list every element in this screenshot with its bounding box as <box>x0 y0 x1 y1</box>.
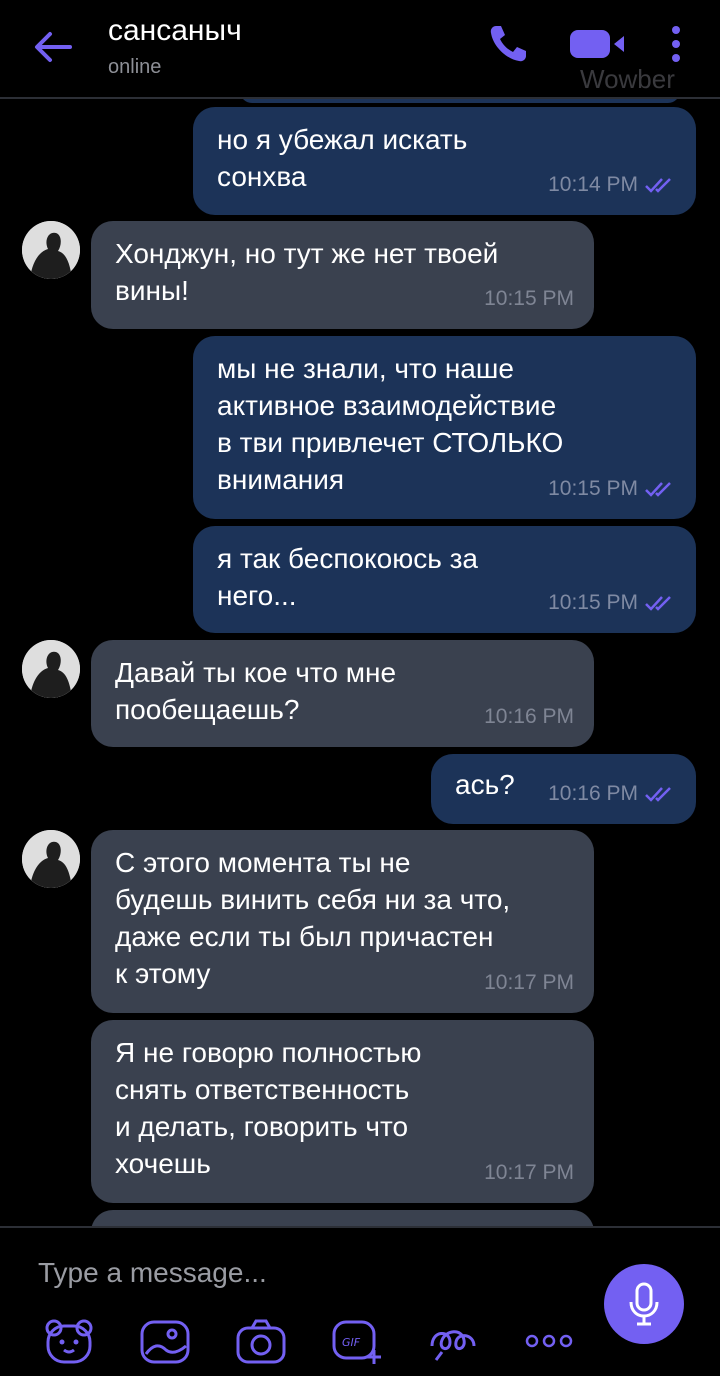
message-meta: 10:14 PM <box>548 166 676 203</box>
message-meta: 10:16 PM <box>548 775 676 812</box>
message-bubble-outgoing[interactable]: мы не знали, что наше активное взаимодей… <box>193 336 696 519</box>
doodle-icon <box>140 1320 190 1364</box>
message-time: 10:15 PM <box>548 591 638 614</box>
voice-call-button[interactable] <box>484 20 532 68</box>
message-time: 10:14 PM <box>548 173 638 196</box>
avatar-photo-icon <box>22 830 80 888</box>
kebab-menu-icon <box>672 26 680 62</box>
message-bubble-incoming[interactable]: Я не говорю полностью снять ответственно… <box>91 1020 594 1203</box>
message-time: 10:15 PM <box>484 287 574 310</box>
message-bubble-incoming[interactable]: Хонджун, но тут же нет твоей вины! 10:15… <box>91 221 594 329</box>
message-meta: 10:17 PM <box>484 964 574 1001</box>
message-meta: 10:15 PM <box>484 280 574 317</box>
sketch-icon <box>430 1330 476 1361</box>
more-options-button[interactable] <box>662 22 690 66</box>
back-arrow-icon <box>35 32 72 62</box>
read-ticks-icon <box>645 177 671 193</box>
message-list[interactable]: но я убежал искать сонхва 10:14 PM Хондж… <box>0 99 720 1226</box>
message-bubble-partial[interactable] <box>91 1210 594 1226</box>
gif-button[interactable]: GIF <box>330 1316 384 1366</box>
message-meta: 10:15 PM <box>548 584 676 621</box>
contact-status: online <box>108 56 162 78</box>
contact-avatar[interactable] <box>22 830 80 888</box>
read-ticks-icon <box>645 481 671 497</box>
back-button[interactable] <box>28 22 78 72</box>
sticker-bear-icon <box>45 1319 93 1364</box>
chat-header: сансаныч online Wowber <box>0 0 720 98</box>
gif-icon: GIF <box>332 1320 381 1364</box>
contact-avatar[interactable] <box>22 640 80 698</box>
camera-icon <box>236 1319 286 1364</box>
phone-icon <box>490 26 526 62</box>
avatar-photo-icon <box>22 221 80 279</box>
video-camera-icon <box>570 30 624 58</box>
sticker-button[interactable] <box>42 1316 96 1366</box>
contact-name[interactable]: сансаныч <box>108 14 242 48</box>
message-meta: 10:15 PM <box>548 470 676 507</box>
message-time: 10:17 PM <box>484 1161 574 1184</box>
svg-text:GIF: GIF <box>342 1336 361 1349</box>
read-ticks-icon <box>645 595 671 611</box>
camera-button[interactable] <box>234 1316 288 1366</box>
message-composer: GIF <box>0 1226 720 1376</box>
message-bubble-incoming[interactable]: Давай ты кое что мне пообещаешь? 10:16 P… <box>91 640 594 747</box>
video-call-button[interactable] <box>566 22 630 66</box>
message-bubble-outgoing[interactable]: я так беспокоюсь за него... 10:15 PM <box>193 526 696 633</box>
microphone-icon <box>629 1282 659 1326</box>
contact-avatar[interactable] <box>22 221 80 279</box>
more-dots-icon <box>525 1334 573 1348</box>
message-bubble-incoming[interactable]: С этого момента ты не будешь винить себя… <box>91 830 594 1013</box>
message-meta: 10:17 PM <box>484 1154 574 1191</box>
doodle-button[interactable] <box>138 1316 192 1366</box>
message-time: 10:17 PM <box>484 971 574 994</box>
message-time: 10:16 PM <box>548 782 638 805</box>
message-time: 10:16 PM <box>484 705 574 728</box>
voice-message-button[interactable] <box>604 1264 684 1344</box>
message-bubble-outgoing[interactable]: но я убежал искать сонхва 10:14 PM <box>193 107 696 215</box>
message-meta: 10:16 PM <box>484 698 574 735</box>
avatar-photo-icon <box>22 640 80 698</box>
watermark: Wowber <box>580 64 675 94</box>
read-ticks-icon <box>645 786 671 802</box>
more-attachments-button[interactable] <box>522 1316 576 1366</box>
sketch-button[interactable] <box>426 1316 480 1366</box>
message-time: 10:15 PM <box>548 477 638 500</box>
message-input[interactable] <box>36 1250 580 1296</box>
message-bubble-partial[interactable] <box>240 99 680 103</box>
message-bubble-outgoing[interactable]: ась? 10:16 PM <box>431 754 696 824</box>
